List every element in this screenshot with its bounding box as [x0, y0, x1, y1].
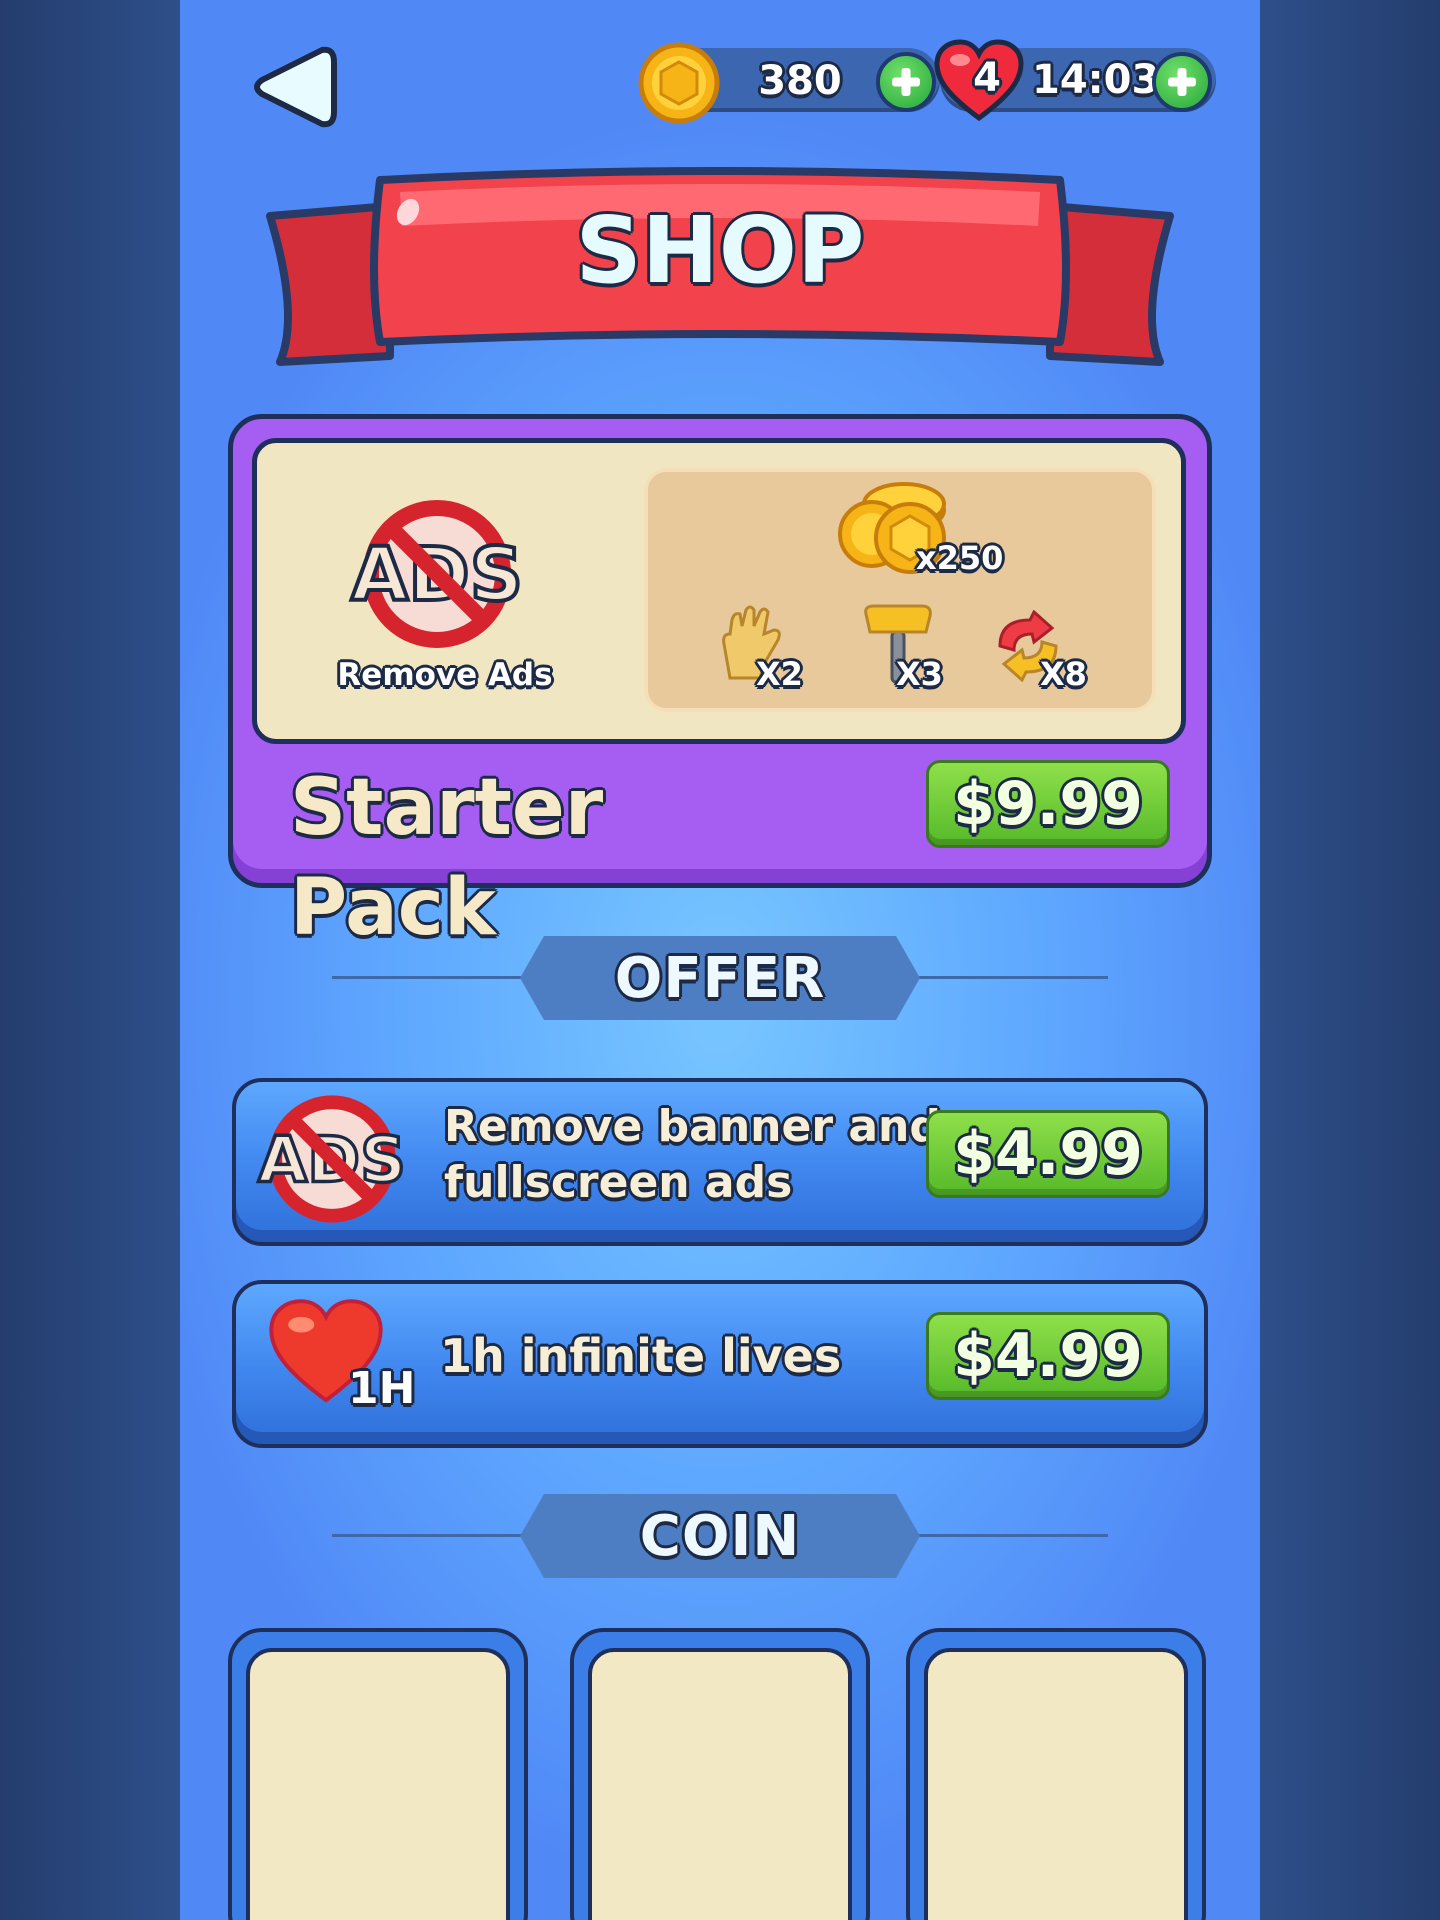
- lives-timer: 14:03: [1032, 57, 1160, 103]
- coins-reward-qty: x250: [916, 539, 1004, 577]
- left-backdrop: [0, 0, 180, 1920]
- coin-icon: [638, 42, 720, 124]
- add-coins-button[interactable]: [876, 52, 936, 112]
- right-backdrop: [1260, 0, 1440, 1920]
- offer-section-title: OFFER: [520, 936, 920, 1020]
- back-arrow-icon[interactable]: [246, 42, 342, 132]
- infinite-lives-offer-label: 1h infinite lives: [440, 1329, 842, 1383]
- starter-pack-buy-button[interactable]: $9.99: [926, 760, 1170, 848]
- shop-screen: 380 4 14:03 SHOP ADS Remove Ads x250: [180, 0, 1260, 1920]
- lives-count: 4: [973, 55, 1001, 101]
- glove-qty: X2: [756, 655, 803, 693]
- remove-ads-buy-button[interactable]: $4.99: [926, 1110, 1170, 1198]
- lives-duration-badge: 1H: [348, 1363, 416, 1414]
- remove-ads-offer-label-line1: Remove banner and: [444, 1101, 941, 1152]
- coin-pack-card[interactable]: [906, 1628, 1206, 1920]
- coin-pack-card-body: [588, 1648, 852, 1920]
- shuffle-qty: X8: [1040, 655, 1087, 693]
- coin-count: 380: [758, 58, 842, 104]
- infinite-lives-buy-button[interactable]: $4.99: [926, 1312, 1170, 1400]
- add-lives-button[interactable]: [1152, 52, 1212, 112]
- remove-ads-offer-label-line2: fullscreen ads: [444, 1157, 793, 1208]
- no-ads-icon: ADS: [256, 1095, 408, 1223]
- remove-ads-label: Remove Ads: [337, 657, 553, 693]
- page-title: SHOP: [575, 197, 865, 304]
- starter-pack-title: Starter Pack: [290, 763, 604, 953]
- coin-section-title: COIN: [520, 1494, 920, 1578]
- coin-pack-card-body: [924, 1648, 1188, 1920]
- coin-pack-card[interactable]: [228, 1628, 528, 1920]
- hammer-qty: X3: [896, 655, 943, 693]
- coin-pack-card-body: [246, 1648, 510, 1920]
- coin-pack-card[interactable]: [570, 1628, 870, 1920]
- no-ads-icon: ADS: [349, 500, 525, 648]
